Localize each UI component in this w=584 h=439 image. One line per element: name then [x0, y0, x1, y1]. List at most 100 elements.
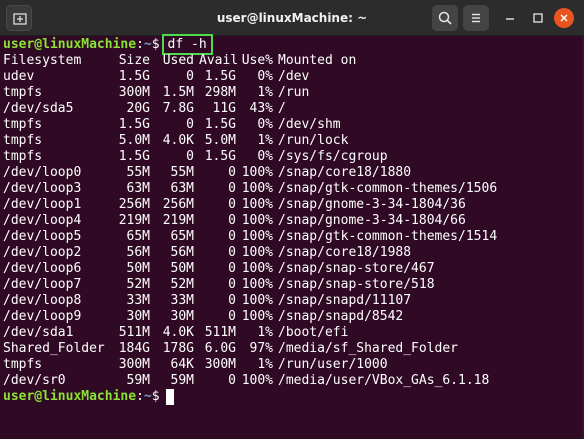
terminal-window: user@linuxMachine: ~ user@linuxMachine:~… — [0, 0, 584, 439]
table-row: tmpfs 1.5G 0 1.5G 0% /sys/fs/cgroup — [3, 149, 578, 165]
title-bar[interactable]: user@linuxMachine: ~ — [0, 0, 584, 36]
cell-filesystem: /dev/sda1 — [3, 325, 74, 340]
cell-filesystem: /dev/sda5 — [3, 101, 74, 116]
cell-use-percent: 0% — [257, 149, 273, 164]
table-row: /dev/sr0 59M 59M 0 100% /media/user/VBox_GAs_… — [3, 373, 578, 389]
prompt-sign: $ — [151, 37, 160, 52]
cell-size: 20G — [126, 101, 150, 116]
cell-use-percent: 100% — [241, 181, 273, 196]
cell-used: 0 — [186, 117, 194, 132]
cell-mounted-on: /dev — [278, 69, 310, 84]
minimize-button[interactable] — [500, 8, 520, 28]
cell-mounted-on: /snap/snap-store/518 — [278, 277, 435, 292]
cell-filesystem: /dev/loop6 — [3, 261, 82, 276]
table-row: /dev/loop1 256M 256M 0 100% /snap/gnome-3-34-… — [3, 197, 578, 213]
table-row: /dev/sda5 20G 7.8G 11G 43% / — [3, 101, 578, 117]
cell-avail: 5.0M — [204, 133, 236, 148]
header-avail: Avail — [199, 53, 239, 68]
cell-use-percent: 1% — [257, 357, 273, 372]
cell-used: 33M — [170, 293, 194, 308]
table-row: /dev/loop0 55M 55M 0 100% /snap/core18/1880 — [3, 165, 578, 181]
table-row: /dev/loop8 33M 33M 0 100% /snap/snapd/11107 — [3, 293, 578, 309]
cell-size: 52M — [126, 277, 150, 292]
cell-use-percent: 0% — [257, 69, 273, 84]
cell-mounted-on: /sys/fs/cgroup — [278, 149, 388, 164]
cell-mounted-on: /snap/gtk-common-themes/1514 — [278, 229, 498, 244]
cell-mounted-on: /snap/core18/1988 — [278, 245, 412, 260]
cell-use-percent: 100% — [241, 197, 273, 212]
table-row: /dev/loop9 30M 30M 0 100% /snap/snapd/8542 — [3, 309, 578, 325]
new-tab-button[interactable] — [6, 5, 32, 31]
table-row: tmpfs 1.5G 0 1.5G 0% /dev/shm — [3, 117, 578, 133]
prompt-path: ~ — [143, 37, 152, 52]
cell-mounted-on: /media/sf_Shared_Folder — [278, 341, 459, 356]
cell-avail: 6.0G — [204, 341, 236, 356]
cell-avail: 0 — [228, 229, 236, 244]
table-row: /dev/loop6 50M 50M 0 100% /snap/snap-store/46… — [3, 261, 578, 277]
minimize-icon — [506, 18, 514, 20]
cell-size: 219M — [118, 213, 150, 228]
cell-use-percent: 100% — [241, 229, 273, 244]
cell-filesystem: tmpfs — [3, 149, 43, 164]
table-header: Filesystem Size Used Avail Use% Mounted … — [3, 53, 578, 69]
table-row: Shared_Folder 184G 178G 6.0G 97% /media/sf_Sh… — [3, 341, 578, 357]
table-row: tmpfs 5.0M 4.0K 5.0M 1% /run/lock — [3, 133, 578, 149]
cell-avail: 0 — [228, 309, 236, 324]
cell-use-percent: 100% — [241, 373, 273, 388]
cell-avail: 0 — [228, 261, 236, 276]
cell-avail: 0 — [228, 373, 236, 388]
active-prompt-line[interactable]: user@linuxMachine:~$ — [3, 389, 174, 405]
cell-use-percent: 1% — [257, 133, 273, 148]
terminal-output[interactable]: user@linuxMachine:~$ df -h Filesystem Siz… — [0, 34, 584, 439]
cell-size: 65M — [126, 229, 150, 244]
text-cursor — [165, 389, 174, 405]
cell-use-percent: 1% — [257, 325, 273, 340]
command-text: df -h — [161, 34, 213, 55]
cell-use-percent: 97% — [249, 341, 273, 356]
cell-mounted-on: /run/user/1000 — [278, 357, 388, 372]
header-filesystem: Filesystem — [3, 53, 82, 68]
menu-button[interactable] — [463, 5, 489, 31]
cell-mounted-on: /snap/gtk-common-themes/1506 — [278, 181, 498, 196]
cell-used: 64K — [170, 357, 194, 372]
cell-size: 59M — [126, 373, 150, 388]
cell-size: 511M — [118, 325, 150, 340]
cell-mounted-on: /run/lock — [278, 133, 349, 148]
cell-filesystem: /dev/loop7 — [3, 277, 82, 292]
new-tab-icon — [13, 13, 27, 25]
cell-used: 52M — [170, 277, 194, 292]
header-use-percent: Use% — [241, 53, 273, 68]
search-button[interactable] — [432, 5, 458, 31]
cell-size: 33M — [126, 293, 150, 308]
cell-size: 1.5G — [118, 117, 150, 132]
search-icon — [438, 11, 452, 25]
cell-mounted-on: /media/user/VBox_GAs_6.1.18 — [278, 373, 490, 388]
cell-size: 50M — [126, 261, 150, 276]
cell-filesystem: /dev/sr0 — [3, 373, 66, 388]
prompt-user-host: user@linuxMachine — [3, 37, 137, 52]
prompt-separator: : — [136, 37, 144, 52]
cell-size: 56M — [126, 245, 150, 260]
cell-mounted-on: /boot/efi — [278, 325, 349, 340]
cell-filesystem: tmpfs — [3, 133, 43, 148]
cell-mounted-on: /snap/gnome-3-34-1804/66 — [278, 213, 466, 228]
cell-used: 1.5M — [162, 85, 194, 100]
hamburger-menu-icon — [472, 13, 480, 23]
cell-use-percent: 0% — [257, 117, 273, 132]
cell-use-percent: 100% — [241, 261, 273, 276]
close-button[interactable] — [554, 8, 574, 28]
cell-size: 1.5G — [118, 149, 150, 164]
cell-filesystem: /dev/loop1 — [3, 197, 82, 212]
cell-size: 63M — [126, 181, 150, 196]
cell-filesystem: /dev/loop9 — [3, 309, 82, 324]
cell-used: 4.0K — [162, 133, 194, 148]
cell-filesystem: /dev/loop2 — [3, 245, 82, 260]
cell-used: 65M — [170, 229, 194, 244]
cell-mounted-on: /snap/snap-store/467 — [278, 261, 435, 276]
cell-filesystem: /dev/loop0 — [3, 165, 82, 180]
maximize-button[interactable] — [528, 8, 548, 28]
cell-used: 7.8G — [162, 101, 194, 116]
prompt-separator: : — [136, 389, 144, 404]
cell-mounted-on: /snap/snapd/11107 — [278, 293, 412, 308]
cell-used: 55M — [170, 165, 194, 180]
